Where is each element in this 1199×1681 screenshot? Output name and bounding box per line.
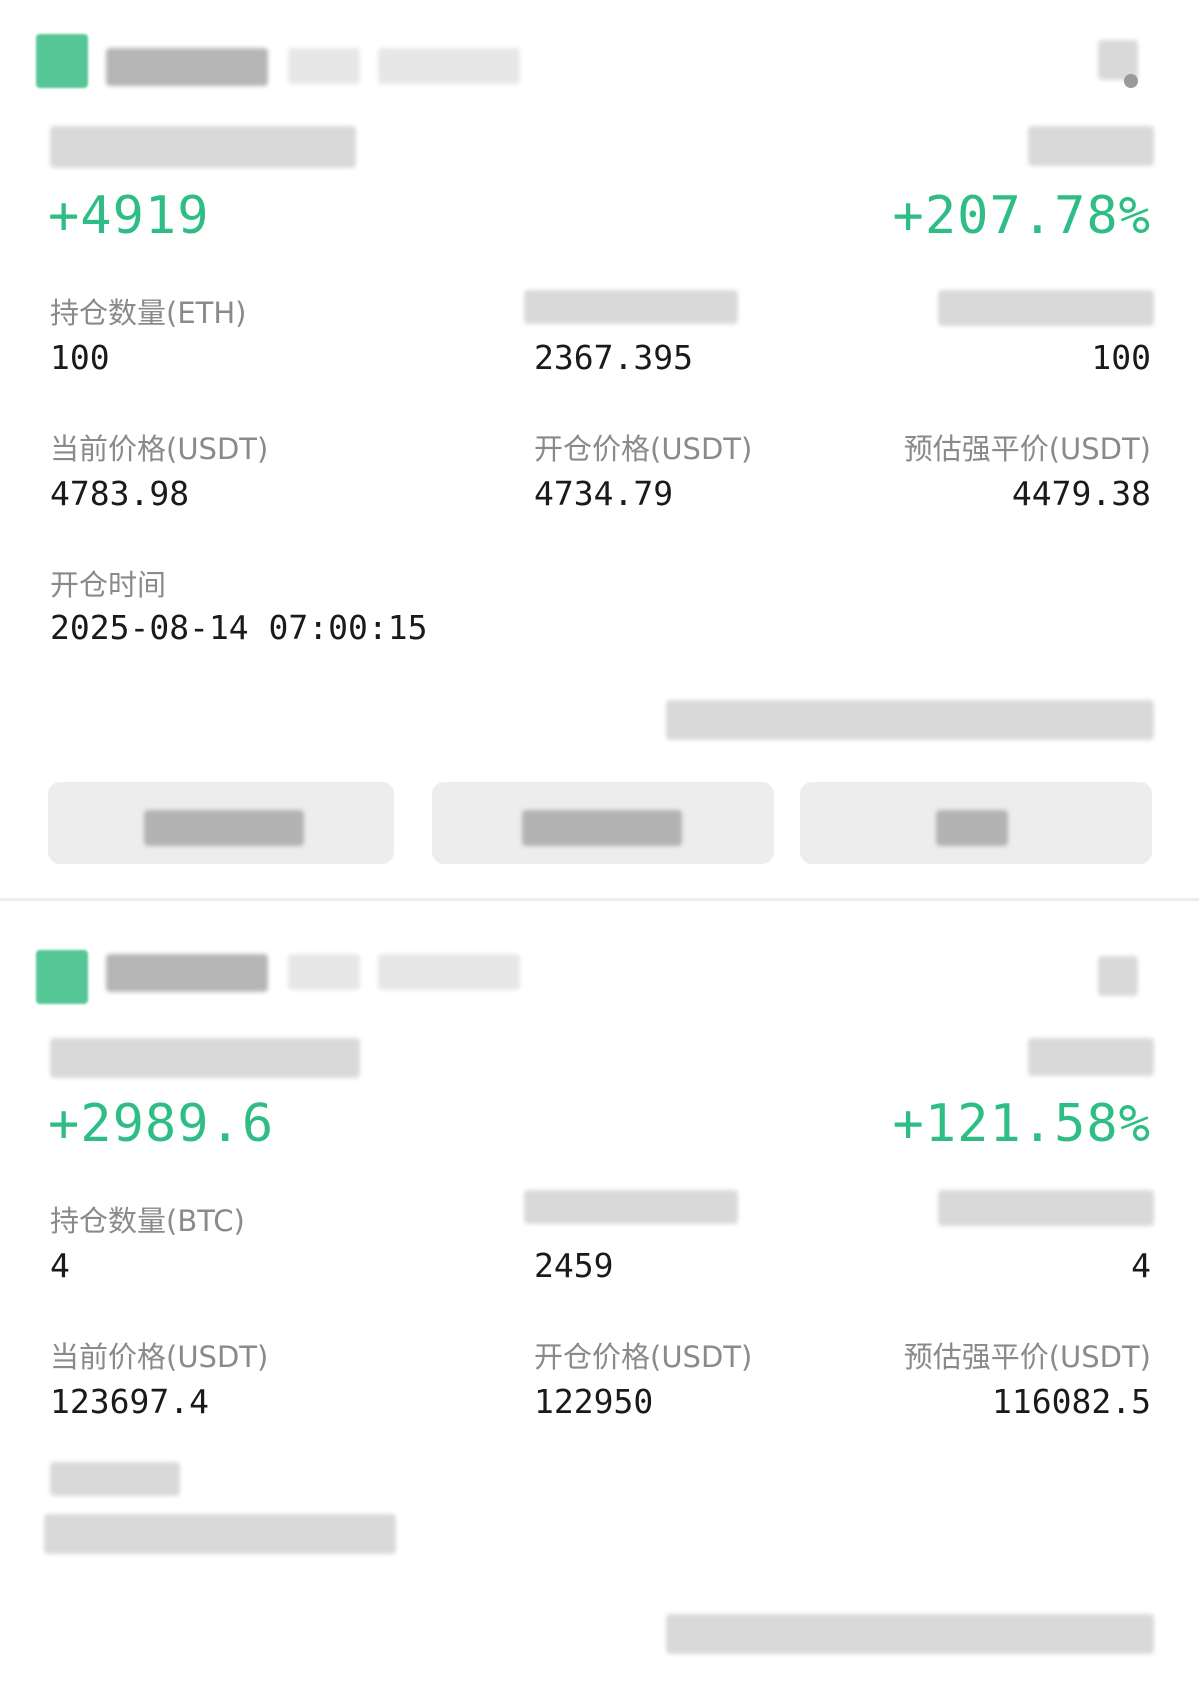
blurred-button-label [936, 810, 1008, 846]
unrealized-pnl: +2989.6 [48, 1094, 275, 1154]
open-time-label: 开仓时间 [50, 568, 167, 602]
col3-value: 4 [1131, 1246, 1151, 1285]
open-price-label: 开仓价格(USDT) [534, 1340, 753, 1374]
blurred-symbol [106, 48, 268, 86]
current-price-label: 当前价格(USDT) [50, 432, 269, 466]
margin-value: 2459 [534, 1246, 614, 1285]
qty-value: 100 [50, 338, 110, 377]
unrealized-pnl: +4919 [48, 186, 210, 246]
blurred-roe-label [1028, 1038, 1154, 1076]
open-price-label: 开仓价格(USDT) [534, 432, 753, 466]
blurred-col3-label [938, 290, 1154, 326]
open-time-value: 2025-08-14 07:00:15 [50, 608, 428, 647]
col3-value: 100 [1091, 338, 1151, 377]
open-price-value: 122950 [534, 1382, 654, 1421]
blurred-open-time-value [44, 1514, 396, 1554]
blurred-button-label [144, 810, 304, 846]
liq-price-value: 116082.5 [992, 1382, 1151, 1421]
blurred-button-label [522, 810, 682, 846]
blurred-id-line [666, 700, 1154, 740]
liq-price-label: 预估强平价(USDT) [903, 1340, 1151, 1374]
share-icon[interactable] [1098, 956, 1138, 996]
blurred-pnl-label [50, 126, 356, 168]
blurred-symbol [106, 954, 268, 992]
blurred-col3-label [938, 1190, 1154, 1226]
qty-label: 持仓数量(ETH) [50, 296, 247, 330]
blurred-open-time-label [50, 1462, 180, 1496]
blurred-tag-2 [378, 954, 520, 990]
blurred-roe-label [1028, 126, 1154, 166]
blurred-margin-label [524, 290, 738, 324]
blurred-tag-2 [378, 48, 520, 84]
blurred-id-line [666, 1614, 1154, 1654]
current-price-value: 123697.4 [50, 1382, 209, 1421]
card-divider [0, 898, 1199, 901]
roe-percent: +121.58% [892, 1094, 1151, 1154]
coin-logo [36, 34, 88, 88]
coin-logo [36, 950, 88, 1004]
position-card-eth: +4919 +207.78% 持仓数量(ETH) 100 2367.395 10… [0, 0, 1199, 900]
blurred-pnl-label [50, 1038, 360, 1078]
roe-percent: +207.78% [892, 186, 1151, 246]
liq-price-value: 4479.38 [1011, 474, 1151, 513]
notification-dot [1124, 74, 1138, 88]
action-button-3[interactable] [800, 782, 1152, 864]
blurred-margin-label [524, 1190, 738, 1224]
liq-price-label: 预估强平价(USDT) [903, 432, 1151, 466]
action-button-2[interactable] [432, 782, 774, 864]
margin-value: 2367.395 [534, 338, 693, 377]
qty-label: 持仓数量(BTC) [50, 1204, 245, 1238]
current-price-value: 4783.98 [50, 474, 190, 513]
qty-value: 4 [50, 1246, 70, 1285]
current-price-label: 当前价格(USDT) [50, 1340, 269, 1374]
blurred-tag-1 [288, 954, 360, 990]
blurred-tag-1 [288, 48, 360, 84]
action-button-1[interactable] [48, 782, 394, 864]
position-card-btc: +2989.6 +121.58% 持仓数量(BTC) 4 2459 4 当前价格… [0, 902, 1199, 1681]
open-price-value: 4734.79 [534, 474, 674, 513]
